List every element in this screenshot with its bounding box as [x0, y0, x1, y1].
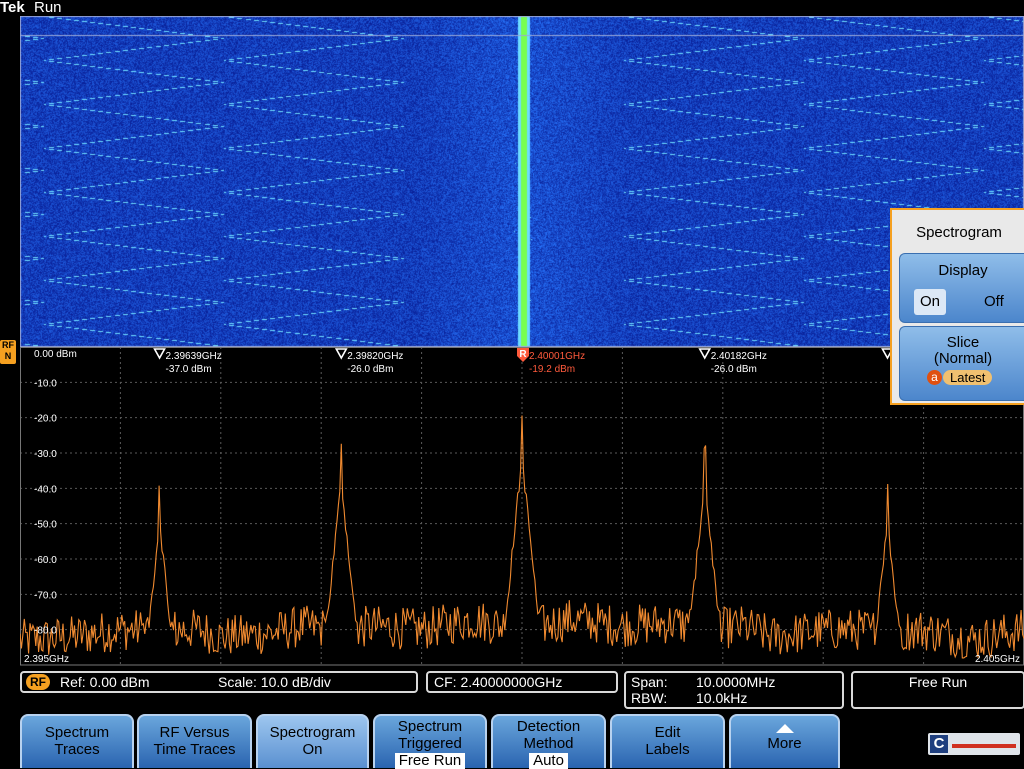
marker-amplitude: -37.0 dBm [166, 364, 212, 375]
status-bar-top: Tek Run [0, 0, 1024, 16]
marker-amplitude: -19.2 dBm [529, 364, 575, 375]
y-tick-label: -80.0 [34, 626, 57, 637]
logo-glyph: C [930, 735, 948, 753]
marker-frequency: 2.40182GHz [711, 351, 767, 362]
y-tick-label: -10.0 [34, 378, 57, 389]
span-rbw-readout[interactable]: Span: 10.0000MHz RBW: 10.0kHz [624, 671, 844, 709]
spectrogram-display[interactable] [20, 16, 1024, 347]
spectrogram-button[interactable]: Spectrogram On [256, 714, 369, 768]
softkey-label: Triggered [398, 735, 462, 752]
cf-value: CF: 2.40000000GHz [434, 674, 563, 690]
trigger-mode: Free Run [908, 674, 968, 690]
display-off-option[interactable]: Off [984, 289, 1004, 315]
softkey-label: Labels [645, 741, 690, 758]
display-on-option[interactable]: On [914, 289, 946, 315]
rf-versus-time-traces-button[interactable]: RF Versus Time Traces [137, 714, 252, 768]
rbw-value: 10.0kHz [696, 690, 748, 706]
display-toggle-button[interactable]: Display On Off [899, 253, 1024, 323]
spectrogram-side-menu: Spectrogram Display On Off Slice (Normal… [890, 208, 1024, 405]
rf-pill: RF [26, 674, 50, 690]
softkey-label: Edit [654, 724, 681, 741]
marker-frequency: 2.39820GHz [347, 351, 403, 362]
marker-frequency: 2.40001GHz [529, 351, 585, 362]
slice-label: Slice [946, 334, 980, 351]
y-tick-label: -60.0 [34, 555, 57, 566]
marker-symbol: R [519, 349, 527, 360]
watermark-logo: C [928, 733, 1020, 755]
spectrum-plot[interactable]: 0.00 dBm -10.0 -20.0 -30.0 -40.0 -50.0 -60.0 -7… [20, 347, 1024, 668]
display-label: Display [938, 262, 988, 279]
y-tick-label: -50.0 [34, 520, 57, 531]
detection-method-button[interactable]: Detection Method Auto [491, 714, 606, 769]
rf-channel-badge: RF N [0, 340, 16, 364]
brand-logo: Tek [0, 0, 25, 16]
marker-amplitude: -26.0 dBm [711, 364, 757, 375]
y-tick-label: -40.0 [34, 484, 57, 495]
y-tick-label: -70.0 [34, 590, 57, 601]
ref-level-readout: Ref: 0.00 dBm [60, 674, 150, 690]
up-arrow-icon [775, 724, 794, 733]
slice-mode: (Normal) [933, 350, 993, 367]
y-tick-label: -30.0 [34, 449, 57, 460]
rf-badge-line1: RF [2, 340, 14, 350]
more-button[interactable]: More [729, 714, 840, 768]
softkey-label: RF Versus [159, 724, 230, 741]
side-menu-title: Spectrogram [916, 224, 1002, 241]
run-state: Run [34, 0, 62, 16]
rf-badge-line2: N [4, 351, 12, 361]
rbw-label: RBW: [631, 690, 668, 706]
center-frequency-readout[interactable]: CF: 2.40000000GHz [426, 671, 618, 693]
softkey-label: Traces [54, 741, 100, 758]
slice-value: Latest [943, 370, 993, 385]
softkey-label: On [302, 741, 323, 758]
marker-amplitude: -26.0 dBm [347, 364, 393, 375]
softkey-label: Method [523, 735, 574, 752]
trigger-mode-readout[interactable]: Free Run [851, 671, 1024, 709]
logo-bar [952, 744, 1016, 748]
softkey-label: Time Traces [153, 741, 236, 758]
scale-readout: Scale: 10.0 dB/div [218, 674, 331, 690]
ref-level-label: 0.00 dBm [34, 349, 77, 360]
slice-button[interactable]: Slice (Normal) a Latest [899, 326, 1024, 401]
softkey-label: More [767, 735, 802, 752]
spectrum-triggered-button[interactable]: Spectrum Triggered Free Run [373, 714, 487, 769]
spectrum-traces-button[interactable]: Spectrum Traces [20, 714, 134, 768]
softkey-label: Spectrum [397, 718, 463, 735]
softkey-value: Free Run [394, 753, 466, 769]
ref-scale-readout[interactable]: RF Ref: 0.00 dBm Scale: 10.0 dB/div [20, 671, 418, 693]
softkey-label: Spectrum [44, 724, 110, 741]
x-start-label: 2.395GHz [24, 654, 69, 665]
softkey-value: Auto [529, 753, 568, 769]
marker-frequency: 2.39639GHz [166, 351, 222, 362]
edit-labels-button[interactable]: Edit Labels [610, 714, 725, 768]
knob-a-icon: a [927, 370, 942, 385]
y-tick-label: -20.0 [34, 414, 57, 425]
softkey-label: Spectrogram [269, 724, 356, 741]
x-end-label: 2.405GHz [975, 654, 1020, 665]
softkey-label: Detection [516, 718, 581, 735]
